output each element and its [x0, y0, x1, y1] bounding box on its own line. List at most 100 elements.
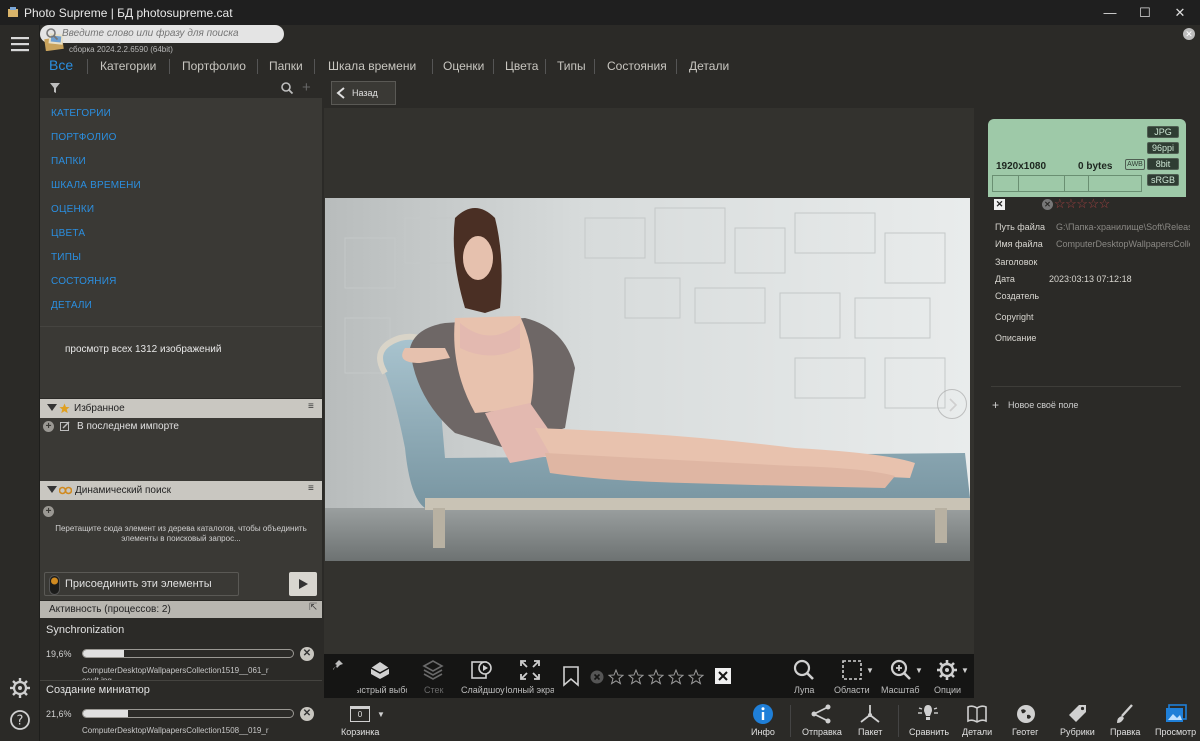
stack-icon[interactable]	[421, 658, 445, 682]
chevron-down-icon[interactable]: ▼	[961, 666, 969, 675]
rating-star-icon[interactable]	[628, 669, 644, 685]
maximize-icon[interactable]: ☐	[1125, 0, 1165, 25]
edit-icon[interactable]	[60, 421, 70, 431]
section-menu-icon[interactable]: ≡	[308, 401, 314, 412]
tab-details[interactable]: Детали	[689, 59, 729, 77]
search-box[interactable]: ✕	[40, 25, 1195, 43]
slideshow-icon[interactable]	[469, 658, 493, 682]
edit-brush-icon[interactable]	[1113, 702, 1137, 726]
catalog-search-icon[interactable]	[280, 81, 294, 95]
info-icon[interactable]	[751, 702, 775, 726]
magnifier-icon[interactable]	[792, 658, 816, 682]
share-icon[interactable]	[809, 702, 833, 726]
reject-icon[interactable]: ✕	[994, 199, 1005, 210]
catalog-item-ratings[interactable]: ОЦЕНКИ	[51, 204, 94, 215]
catalog-item-colors[interactable]: ЦВЕТА	[51, 228, 85, 239]
favorites-header[interactable]: Избранное ≡	[40, 399, 322, 418]
cancel-process-icon[interactable]: ✕	[300, 647, 314, 661]
stack-label[interactable]: Стек	[424, 685, 443, 695]
collapse-arrow-icon[interactable]	[47, 404, 57, 411]
basket-icon[interactable]: 0	[350, 706, 370, 722]
tab-states[interactable]: Состояния	[607, 59, 667, 77]
new-custom-field-link[interactable]: Новое своё поле	[1008, 400, 1078, 410]
regions-label[interactable]: Области	[834, 685, 870, 695]
preview-label[interactable]: Просмотр	[1155, 727, 1196, 737]
minimize-icon[interactable]: —	[1090, 0, 1130, 25]
zoom-label[interactable]: Масштаб	[881, 685, 920, 695]
fullscreen-icon[interactable]	[518, 658, 542, 682]
view-all-images-link[interactable]: просмотр всех 1312 изображений	[65, 344, 221, 355]
catalog-item-timeline[interactable]: ШКАЛА ВРЕМЕНИ	[51, 180, 141, 191]
fullscreen-label[interactable]: Полный экран	[506, 685, 554, 695]
reject-icon[interactable]	[715, 668, 731, 684]
add-favorite-icon[interactable]: +	[43, 421, 54, 432]
merge-elements-button[interactable]: Присоединить эти элементы	[44, 572, 239, 596]
search-input[interactable]	[62, 26, 258, 41]
chevron-down-icon[interactable]: ▼	[377, 710, 385, 719]
catalog-item-categories[interactable]: КАТЕГОРИИ	[51, 108, 111, 119]
rating-star-icon[interactable]	[648, 669, 664, 685]
geotag-globe-icon[interactable]	[1014, 702, 1038, 726]
regions-icon[interactable]	[840, 658, 864, 682]
clear-search-icon[interactable]: ✕	[1183, 28, 1195, 40]
chevron-down-icon[interactable]: ▼	[866, 666, 874, 675]
next-image-button[interactable]	[937, 389, 967, 419]
rubrics-label[interactable]: Рубрики	[1060, 727, 1095, 737]
magnifier-label[interactable]: Лупа	[794, 685, 814, 695]
collapse-arrow-icon[interactable]	[47, 486, 57, 493]
meta-value-filename[interactable]: ComputerDesktopWallpapersCollec	[1056, 239, 1190, 249]
tag-icon[interactable]	[1065, 702, 1089, 726]
options-gear-icon[interactable]	[935, 658, 959, 682]
filter-icon[interactable]	[49, 82, 61, 94]
geotag-label[interactable]: Геотег	[1012, 727, 1038, 737]
tab-colors[interactable]: Цвета	[505, 59, 538, 77]
export-icon[interactable]: ⇱	[309, 602, 317, 613]
meta-value-date[interactable]: 2023:03:13 07:12:18	[1049, 274, 1183, 284]
options-label[interactable]: Опции	[934, 685, 961, 695]
tab-all[interactable]: Все	[49, 57, 73, 75]
info-label[interactable]: Инфо	[751, 727, 775, 737]
share-label[interactable]: Отправка	[802, 727, 842, 737]
edit-label[interactable]: Правка	[1110, 727, 1140, 737]
batch-label[interactable]: Пакет	[858, 727, 882, 737]
tab-timeline[interactable]: Шкала времени	[328, 59, 416, 77]
pin-icon[interactable]	[332, 659, 344, 671]
settings-gear-icon[interactable]	[8, 676, 32, 700]
cancel-process-icon[interactable]: ✕	[300, 707, 314, 721]
zoom-icon[interactable]	[889, 658, 913, 682]
bookmark-icon[interactable]	[560, 665, 582, 687]
rating-star-icon[interactable]	[668, 669, 684, 685]
basket-label[interactable]: Корзинка	[341, 727, 379, 737]
catalog-item-details[interactable]: ДЕТАЛИ	[51, 300, 92, 311]
close-icon[interactable]: ✕	[1160, 0, 1200, 25]
add-icon[interactable]: +	[302, 79, 311, 96]
add-search-item-icon[interactable]: +	[43, 506, 54, 517]
tab-portfolio[interactable]: Портфолио	[182, 59, 246, 77]
section-menu-icon[interactable]: ≡	[308, 483, 314, 494]
quick-select-icon[interactable]	[368, 658, 392, 682]
preview-icon[interactable]	[1164, 702, 1188, 726]
tab-types[interactable]: Типы	[557, 59, 586, 77]
compare-icon[interactable]	[916, 702, 940, 726]
run-search-button[interactable]	[289, 572, 317, 596]
clear-rating-icon[interactable]	[590, 670, 604, 684]
details-book-icon[interactable]	[965, 702, 989, 726]
meta-value-path[interactable]: G:\Папка-хранилище\Soft\Releas	[1056, 222, 1190, 232]
catalog-item-folders[interactable]: ПАПКИ	[51, 156, 86, 167]
tab-categories[interactable]: Категории	[100, 59, 156, 77]
tab-folders[interactable]: Папки	[269, 59, 303, 77]
details-label[interactable]: Детали	[962, 727, 992, 737]
catalog-item-states[interactable]: СОСТОЯНИЯ	[51, 276, 117, 287]
clear-rating-icon[interactable]: ✕	[1042, 199, 1053, 210]
image-viewer[interactable]	[324, 108, 974, 654]
catalog-item-types[interactable]: ТИПЫ	[51, 252, 81, 263]
photo-preview[interactable]	[325, 198, 970, 561]
add-field-icon[interactable]: +	[992, 398, 999, 412]
help-icon[interactable]: ?	[8, 708, 32, 732]
dynamic-search-header[interactable]: Динамический поиск ≡	[40, 481, 322, 500]
catalog-item-portfolio[interactable]: ПОРТФОЛИО	[51, 132, 117, 143]
batch-icon[interactable]	[858, 702, 882, 726]
tab-ratings[interactable]: Оценки	[443, 59, 484, 77]
compare-label[interactable]: Сравнить	[909, 727, 949, 737]
rating-star-icon[interactable]	[608, 669, 624, 685]
